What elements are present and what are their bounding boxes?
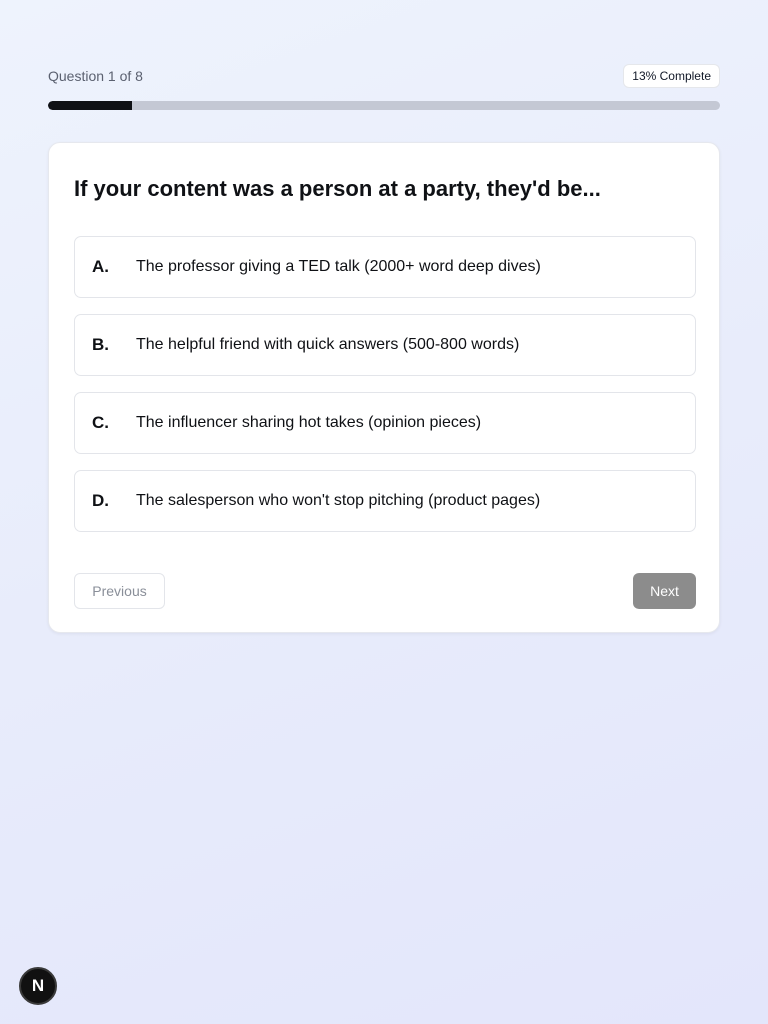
progress-bar bbox=[48, 101, 720, 110]
next-button[interactable]: Next bbox=[633, 573, 696, 609]
option-letter: C. bbox=[92, 413, 109, 432]
question-card: If your content was a person at a party,… bbox=[48, 142, 720, 633]
option-text: The influencer sharing hot takes (opinio… bbox=[136, 414, 482, 431]
option-text: The professor giving a TED talk (2000+ w… bbox=[136, 258, 541, 275]
option-c[interactable]: C. The influencer sharing hot takes (opi… bbox=[74, 392, 696, 454]
option-letter: A. bbox=[92, 257, 109, 276]
option-letter: B. bbox=[92, 335, 109, 354]
option-text: The helpful friend with quick answers (5… bbox=[136, 336, 520, 353]
option-a[interactable]: A. The professor giving a TED talk (2000… bbox=[74, 236, 696, 298]
option-b[interactable]: B. The helpful friend with quick answers… bbox=[74, 314, 696, 376]
option-letter: D. bbox=[92, 491, 109, 510]
question-counter: Question 1 of 8 bbox=[48, 68, 143, 84]
n-logo-icon[interactable]: N bbox=[19, 967, 57, 1005]
progress-badge: 13% Complete bbox=[623, 64, 720, 88]
n-logo-letter: N bbox=[31, 976, 45, 995]
option-text: The salesperson who won't stop pitching … bbox=[136, 492, 541, 509]
quiz-header: Question 1 of 8 13% Complete bbox=[48, 64, 720, 88]
question-title: If your content was a person at a party,… bbox=[74, 176, 601, 201]
option-d[interactable]: D. The salesperson who won't stop pitchi… bbox=[74, 470, 696, 532]
progress-bar-fill bbox=[48, 101, 132, 110]
previous-button[interactable]: Previous bbox=[74, 573, 165, 609]
